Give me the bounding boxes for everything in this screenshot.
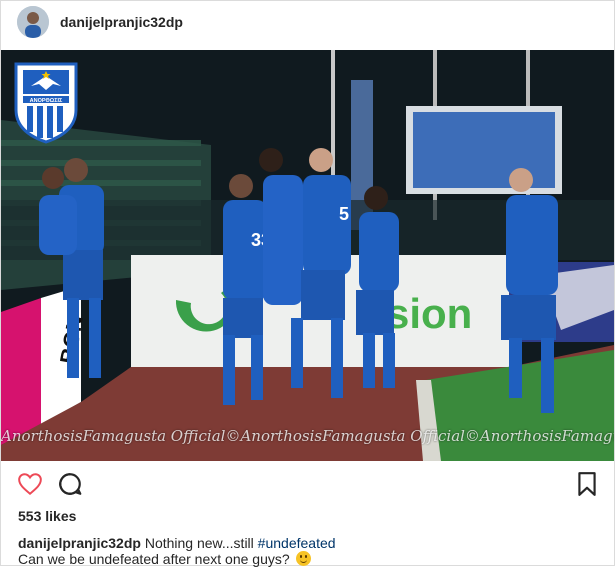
like-count[interactable]: 553 likes bbox=[18, 508, 76, 524]
caption: danijelpranjic32dp Nothing new...still #… bbox=[18, 534, 608, 552]
instagram-post: danijelpranjic32dp sion 33 5 ΑΝΟΡΘΩΣΙΣ A… bbox=[0, 0, 615, 567]
post-photo[interactable]: sion BON bbox=[1, 50, 614, 461]
action-bar bbox=[1, 471, 614, 503]
heart-icon[interactable] bbox=[17, 471, 45, 499]
caption-second-line-text: Can we be undefeated after next one guys… bbox=[18, 551, 290, 567]
bookmark-icon[interactable] bbox=[575, 471, 603, 499]
avatar-image bbox=[17, 6, 49, 38]
caption-username[interactable]: danijelpranjic32dp bbox=[18, 535, 141, 551]
comment-icon[interactable] bbox=[57, 471, 85, 499]
hashtag-link[interactable]: #undefeated bbox=[258, 535, 336, 551]
club-crest-logo: ΑΝΟΡΘΩΣΙΣ bbox=[14, 62, 78, 144]
board-text: sion bbox=[386, 290, 472, 337]
post-header: danijelpranjic32dp bbox=[1, 1, 614, 49]
post-username[interactable]: danijelpranjic32dp bbox=[60, 14, 183, 30]
caption-text: Nothing new...still bbox=[144, 535, 254, 551]
celebration-scene: sion BON bbox=[1, 50, 614, 461]
avatar[interactable] bbox=[17, 6, 49, 38]
jersey-number-5: 5 bbox=[339, 204, 349, 224]
smiling-face-emoji-icon bbox=[295, 551, 311, 566]
caption-second-line: Can we be undefeated after next one guys… bbox=[18, 551, 311, 567]
photo-watermark: AnorthosisFamagusta Official©AnorthosisF… bbox=[1, 427, 614, 445]
crest-text: ΑΝΟΡΘΩΣΙΣ bbox=[30, 98, 63, 104]
